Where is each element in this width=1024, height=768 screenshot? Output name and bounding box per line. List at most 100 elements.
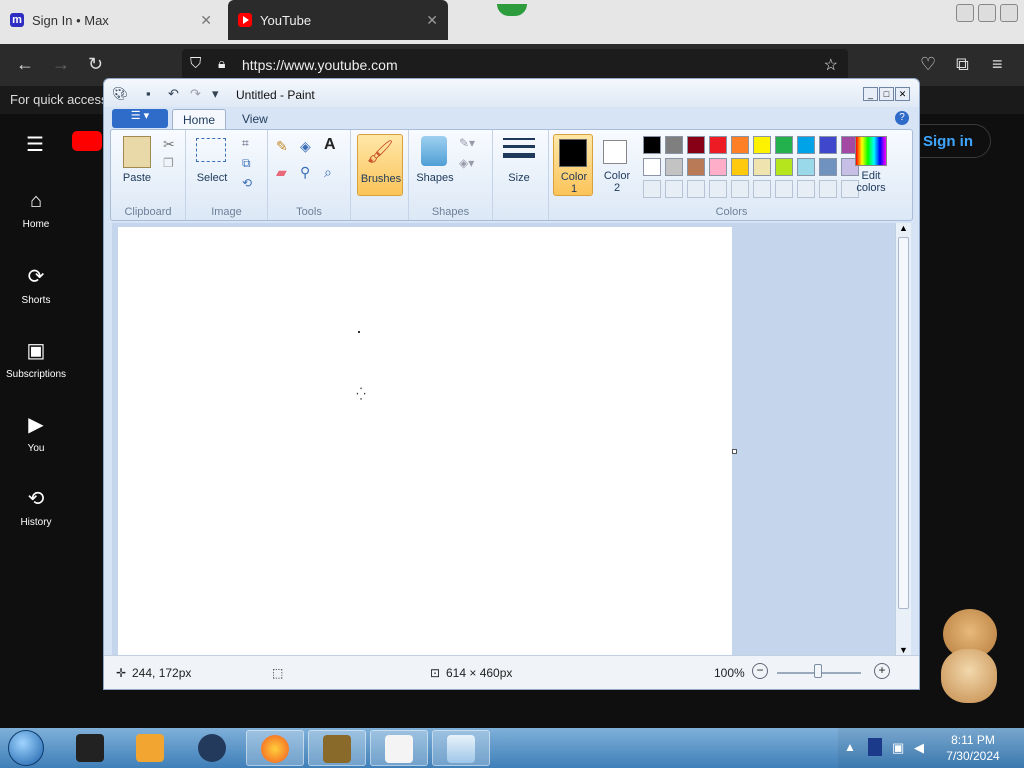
custom-color-slot[interactable] [665,180,683,198]
zoom-out-button[interactable]: − [752,663,768,679]
address-bar[interactable]: ⛉ 🔒︎ https://www.youtube.com ☆ [182,49,848,81]
tab-view[interactable]: View [232,109,278,129]
color-swatch[interactable] [753,136,771,154]
taskbar-item-firefox[interactable] [246,730,304,766]
custom-color-slot[interactable] [819,180,837,198]
color-swatch[interactable] [731,158,749,176]
color-swatch[interactable] [643,158,661,176]
nav-home[interactable]: ⌂ Home [0,190,72,230]
taskbar-item-app3[interactable] [184,730,242,766]
custom-color-slot[interactable] [775,180,793,198]
color1-button[interactable]: Color 1 [553,134,593,196]
customize-qat-icon[interactable]: ▾ [212,86,219,102]
custom-color-slot[interactable] [709,180,727,198]
redo-icon[interactable]: ↷ [190,86,201,102]
extensions-icon[interactable]: ⧉ [956,54,969,75]
color-swatch[interactable] [731,136,749,154]
color-swatch[interactable] [775,136,793,154]
close-tab-icon[interactable]: ✕ [200,12,212,29]
color-swatch[interactable] [643,136,661,154]
copy-icon[interactable]: ❐ [163,156,174,170]
network-icon[interactable]: ▣ [892,740,904,756]
color-swatch[interactable] [819,158,837,176]
select-icon[interactable] [196,138,226,162]
paste-label[interactable]: Paste [117,172,157,184]
nav-shorts[interactable]: ⟳ Shorts [0,264,72,306]
color-picker-icon[interactable]: ⚲ [300,164,310,181]
pencil-icon[interactable]: ✎ [276,138,288,155]
canvas-resize-handle[interactable] [732,449,737,454]
eraser-icon[interactable]: ▰ [276,164,287,181]
tab-sign-in-max[interactable]: m Sign In • Max ✕ [0,0,222,40]
vertical-scrollbar[interactable]: ▲ ▼ [895,223,911,655]
resize-icon[interactable]: ⧉ [242,156,251,171]
close-tab-icon[interactable]: ✕ [426,12,438,29]
rotate-icon[interactable]: ⟲ [242,176,252,190]
nav-subscriptions[interactable]: ▣ Subscriptions [0,338,72,380]
start-button[interactable] [8,730,44,766]
show-hidden-icons-icon[interactable]: ▲ [844,740,856,754]
undo-icon[interactable]: ↶ [168,86,179,102]
lock-icon[interactable]: 🔒︎ [218,55,225,72]
taskbar-item-game[interactable] [308,730,366,766]
taskbar-item-paint[interactable] [432,730,490,766]
close-window-button[interactable] [1000,4,1018,22]
taskbar-clock[interactable]: 8:11 PM 7/30/2024 [930,732,1016,764]
tab-youtube[interactable]: YouTube ✕ [228,0,448,40]
text-icon[interactable]: A [324,136,336,154]
size-icon[interactable] [503,138,535,166]
color-swatch[interactable] [687,136,705,154]
minimize-button[interactable] [956,4,974,22]
crop-icon[interactable]: ⌗ [242,136,249,151]
nav-history[interactable]: ⟲ History [0,486,72,528]
color-swatch[interactable] [665,136,683,154]
fill-icon[interactable]: ◈ [300,138,311,155]
cut-icon[interactable]: ✂ [163,136,175,153]
save-icon[interactable]: ▪ [146,86,151,101]
reload-icon[interactable]: ↻ [88,54,103,75]
help-icon[interactable]: ? [895,111,909,125]
paint-app-icon[interactable]: 🎨︎ [112,86,129,102]
back-icon[interactable]: ← [16,54,34,75]
color-swatch[interactable] [775,158,793,176]
taskbar-item-app1[interactable] [62,730,120,766]
size-label[interactable]: Size [497,172,541,184]
color-swatch[interactable] [819,136,837,154]
paste-icon[interactable] [123,136,151,168]
custom-color-slot[interactable] [753,180,771,198]
color-swatch[interactable] [797,136,815,154]
close-button[interactable]: ✕ [895,87,910,101]
nav-you[interactable]: ▶ You [0,412,72,454]
magnifier-icon[interactable]: ⌕ [324,164,332,181]
restore-button[interactable] [978,4,996,22]
color-swatch[interactable] [797,158,815,176]
tab-home[interactable]: Home [172,109,227,129]
scroll-thumb[interactable] [898,237,909,609]
outline-icon[interactable]: ✎▾ [459,136,475,150]
edit-colors-icon[interactable] [855,136,887,166]
paint-title-bar[interactable]: 🎨︎ ▪ ↶ ↷ ▾ Untitled - Paint _ □ ✕ [104,79,919,107]
menu-icon[interactable]: ≡ [992,54,1003,75]
tray-app-icon[interactable] [868,738,882,756]
forward-icon[interactable]: → [52,54,70,75]
color2-button[interactable]: Color 2 [597,134,637,196]
paint-menu-button[interactable]: ☰ ▾ [112,109,168,128]
scroll-down-icon[interactable]: ▼ [899,645,908,655]
custom-color-slot[interactable] [797,180,815,198]
minimize-button[interactable]: _ [863,87,878,101]
color-swatch[interactable] [709,158,727,176]
edit-colors-label[interactable]: Edit colors [849,170,893,194]
bookmark-star-icon[interactable]: ☆ [824,55,838,75]
color-swatch[interactable] [709,136,727,154]
youtube-logo-icon[interactable] [72,131,102,151]
fill-style-icon[interactable]: ◈▾ [459,156,474,170]
brushes-button[interactable]: 🖌︎ Brushes [357,134,403,196]
pocket-icon[interactable]: ♡ [920,54,936,75]
custom-color-slot[interactable] [731,180,749,198]
custom-color-slot[interactable] [687,180,705,198]
maximize-button[interactable]: □ [879,87,894,101]
volume-icon[interactable]: ◀ [914,740,924,756]
zoom-in-button[interactable]: + [874,663,890,679]
zoom-slider-thumb[interactable] [814,664,822,678]
drawing-canvas[interactable]: ⁛ [118,227,732,657]
